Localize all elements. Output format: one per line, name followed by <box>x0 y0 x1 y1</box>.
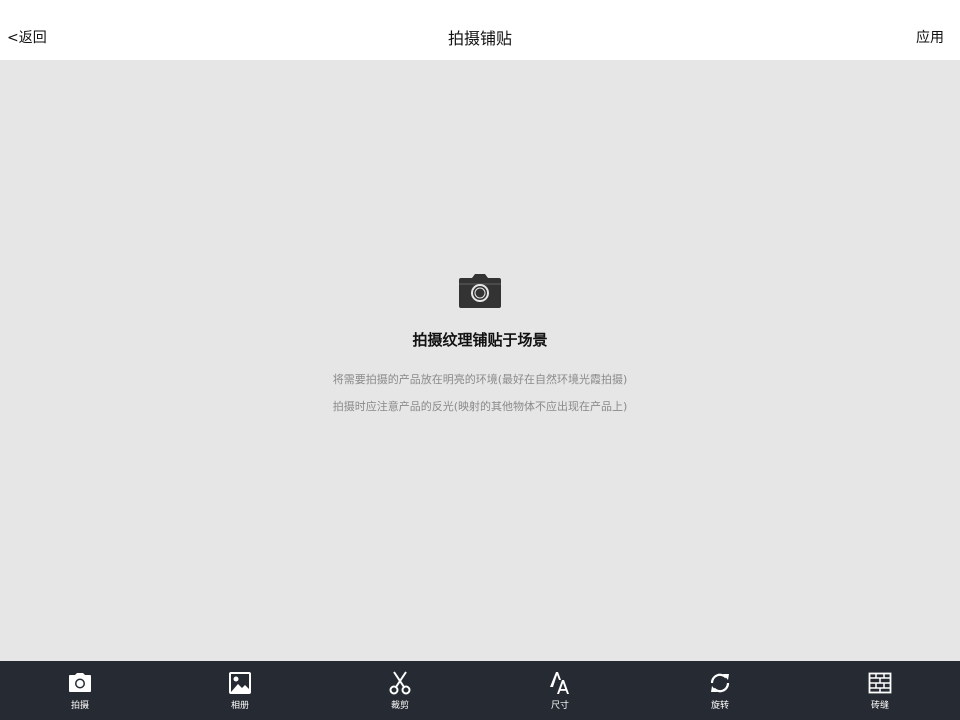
instruction-tip: 拍摄时应注意产品的反光(映射的其他物体不应出现在产品上) <box>332 400 628 413</box>
toolbar-item-album[interactable]: 相册 <box>160 661 320 720</box>
rotate-icon <box>710 673 730 693</box>
toolbar-item-label: 拍摄 <box>70 701 89 711</box>
toolbar-item-capture[interactable]: 拍摄 <box>0 661 160 720</box>
instruction-heading: 拍摄纹理铺贴于场景 <box>412 331 548 349</box>
toolbar-item-grout[interactable]: 砖缝 <box>800 661 960 720</box>
toolbar-item-label: 相册 <box>230 701 249 711</box>
bottom-toolbar: 拍摄 相册 裁剪 尺寸 旋转 砖缝 <box>0 661 960 720</box>
font-size-icon <box>550 672 569 694</box>
toolbar-item-crop[interactable]: 裁剪 <box>320 661 480 720</box>
instruction-tip: 将需要拍摄的产品放在明亮的环境(最好在自然环境光霞拍摄) <box>332 373 628 386</box>
image-icon <box>229 672 251 694</box>
toolbar-item-label: 裁剪 <box>390 701 409 711</box>
toolbar-item-label: 砖缝 <box>870 701 889 711</box>
toolbar-item-rotate[interactable]: 旋转 <box>640 661 800 720</box>
apply-button[interactable]: 应用 <box>916 29 944 47</box>
toolbar-item-label: 尺寸 <box>550 701 569 711</box>
camera-icon <box>69 673 91 692</box>
toolbar-item-size[interactable]: 尺寸 <box>480 661 640 720</box>
camera-icon <box>459 274 501 308</box>
scissors-icon <box>389 671 411 695</box>
top-bar: <返回 拍摄铺贴 应用 <box>0 0 960 60</box>
capture-area[interactable]: 拍摄纹理铺贴于场景 将需要拍摄的产品放在明亮的环境(最好在自然环境光霞拍摄) 拍… <box>0 60 960 661</box>
brick-icon <box>868 672 892 694</box>
toolbar-item-label: 旋转 <box>710 701 729 711</box>
page-title: 拍摄铺贴 <box>447 29 512 48</box>
